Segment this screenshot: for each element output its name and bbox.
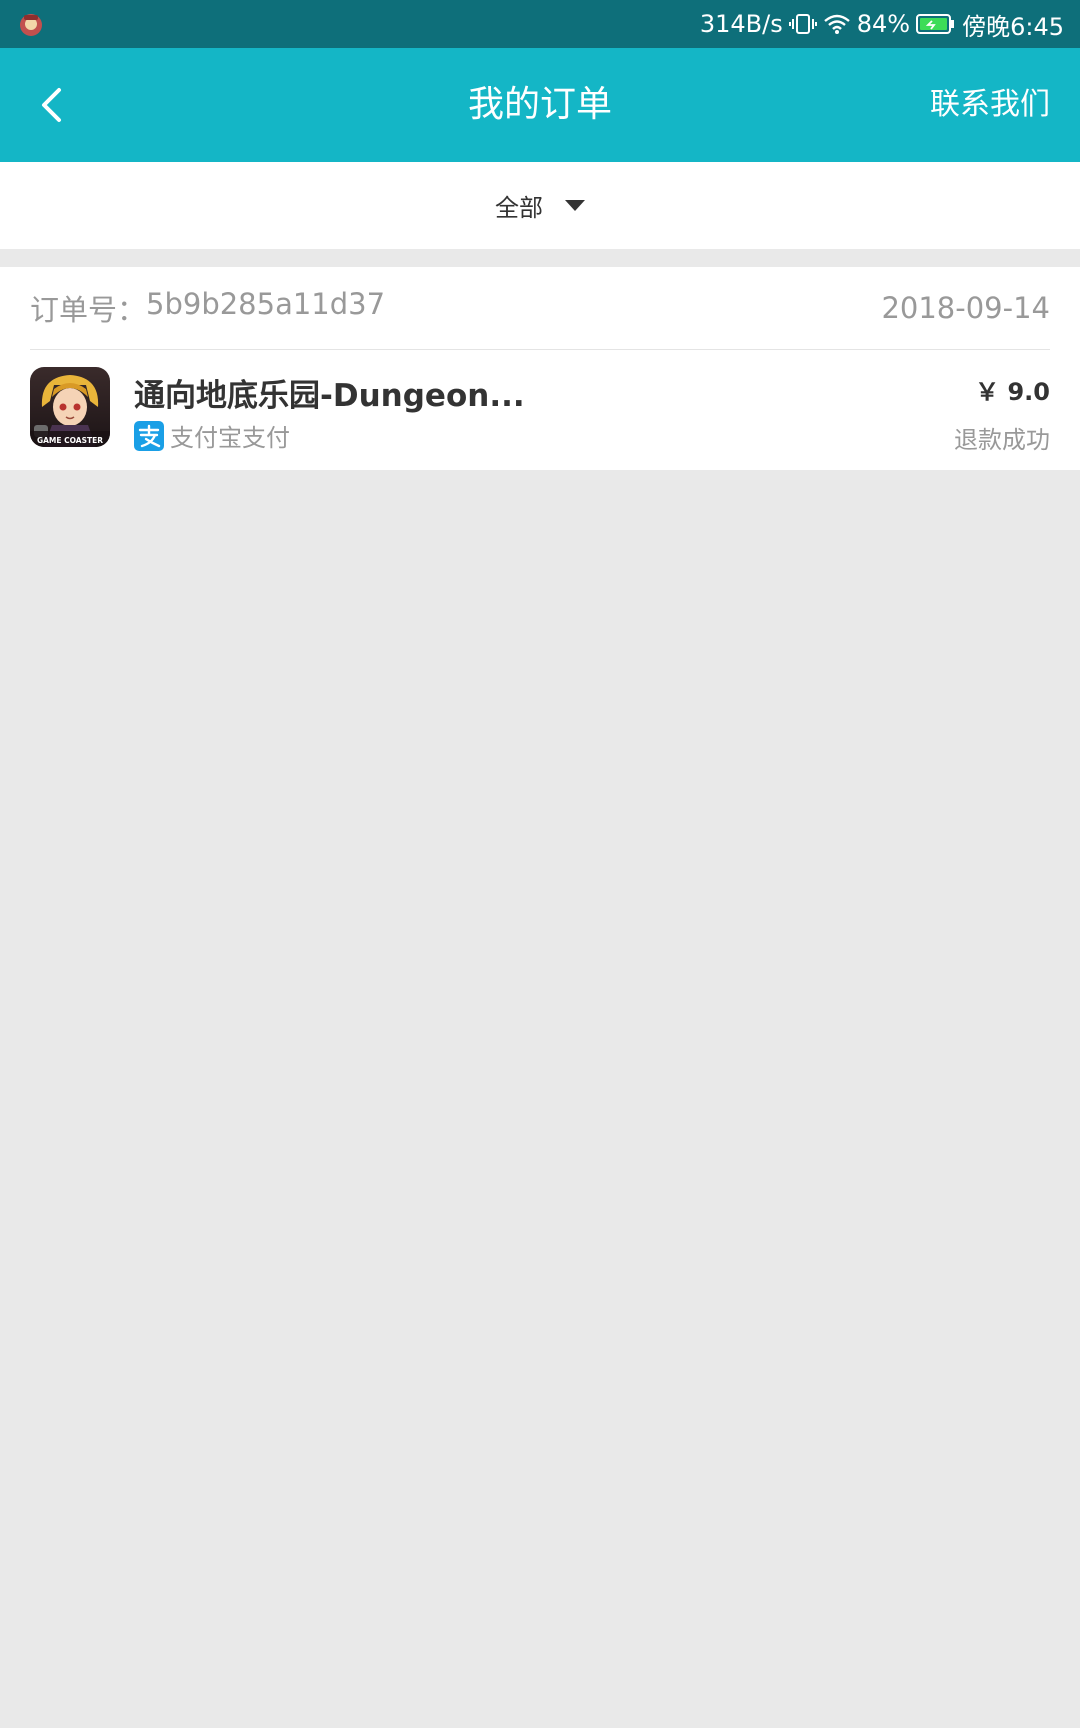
game-title: 通向地底乐园-Dungeon... — [134, 378, 525, 414]
vibrate-icon — [788, 14, 817, 34]
order-price: ￥ 9.0 — [975, 378, 1050, 406]
order-date: 2018-09-14 — [881, 291, 1050, 325]
dropdown-caret-icon — [565, 199, 585, 211]
payment-method-label: 支付宝支付 — [170, 424, 290, 452]
order-header: 订单号： 5b9b285a11d37 2018-09-14 — [30, 267, 1050, 350]
title-bar: 我的订单 联系我们 — [0, 48, 1080, 162]
payment-method: 支付宝支付 — [134, 418, 290, 453]
order-number-value: 5b9b285a11d37 — [146, 287, 386, 321]
wifi-icon — [823, 14, 850, 34]
filter-selected-label: 全部 — [495, 194, 543, 222]
status-bar: 314B/s 84% 傍晚6:45 — [0, 0, 1080, 48]
order-card: 订单号： 5b9b285a11d37 2018-09-14 GAME COAST… — [0, 267, 1080, 470]
order-filter-dropdown[interactable]: 全部 — [0, 162, 1080, 249]
game-icon: GAME COASTER — [30, 367, 110, 447]
battery-percent: 84% — [856, 10, 911, 38]
back-button[interactable] — [22, 76, 80, 134]
page-title: 我的订单 — [467, 84, 612, 125]
alipay-icon — [134, 420, 164, 451]
contact-us-link[interactable]: 联系我们 — [930, 48, 1050, 162]
order-number-label: 订单号： — [30, 293, 147, 327]
order-number: 订单号： 5b9b285a11d37 — [30, 287, 385, 329]
app-notification-icon — [20, 14, 42, 36]
order-item[interactable]: GAME COASTER 通向地底乐园-Dungeon... 支付宝支付 ￥ 9… — [30, 350, 1050, 470]
battery-charging-icon — [916, 14, 955, 34]
order-status: 退款成功 — [954, 426, 1050, 454]
back-arrow-icon — [42, 88, 61, 122]
clock: 傍晚6:45 — [962, 12, 1064, 41]
status-indicators: 314B/s 84% 傍晚6:45 — [700, 0, 1064, 48]
network-speed: 314B/s — [699, 10, 783, 38]
game-icon-caption: GAME COASTER — [37, 436, 103, 445]
